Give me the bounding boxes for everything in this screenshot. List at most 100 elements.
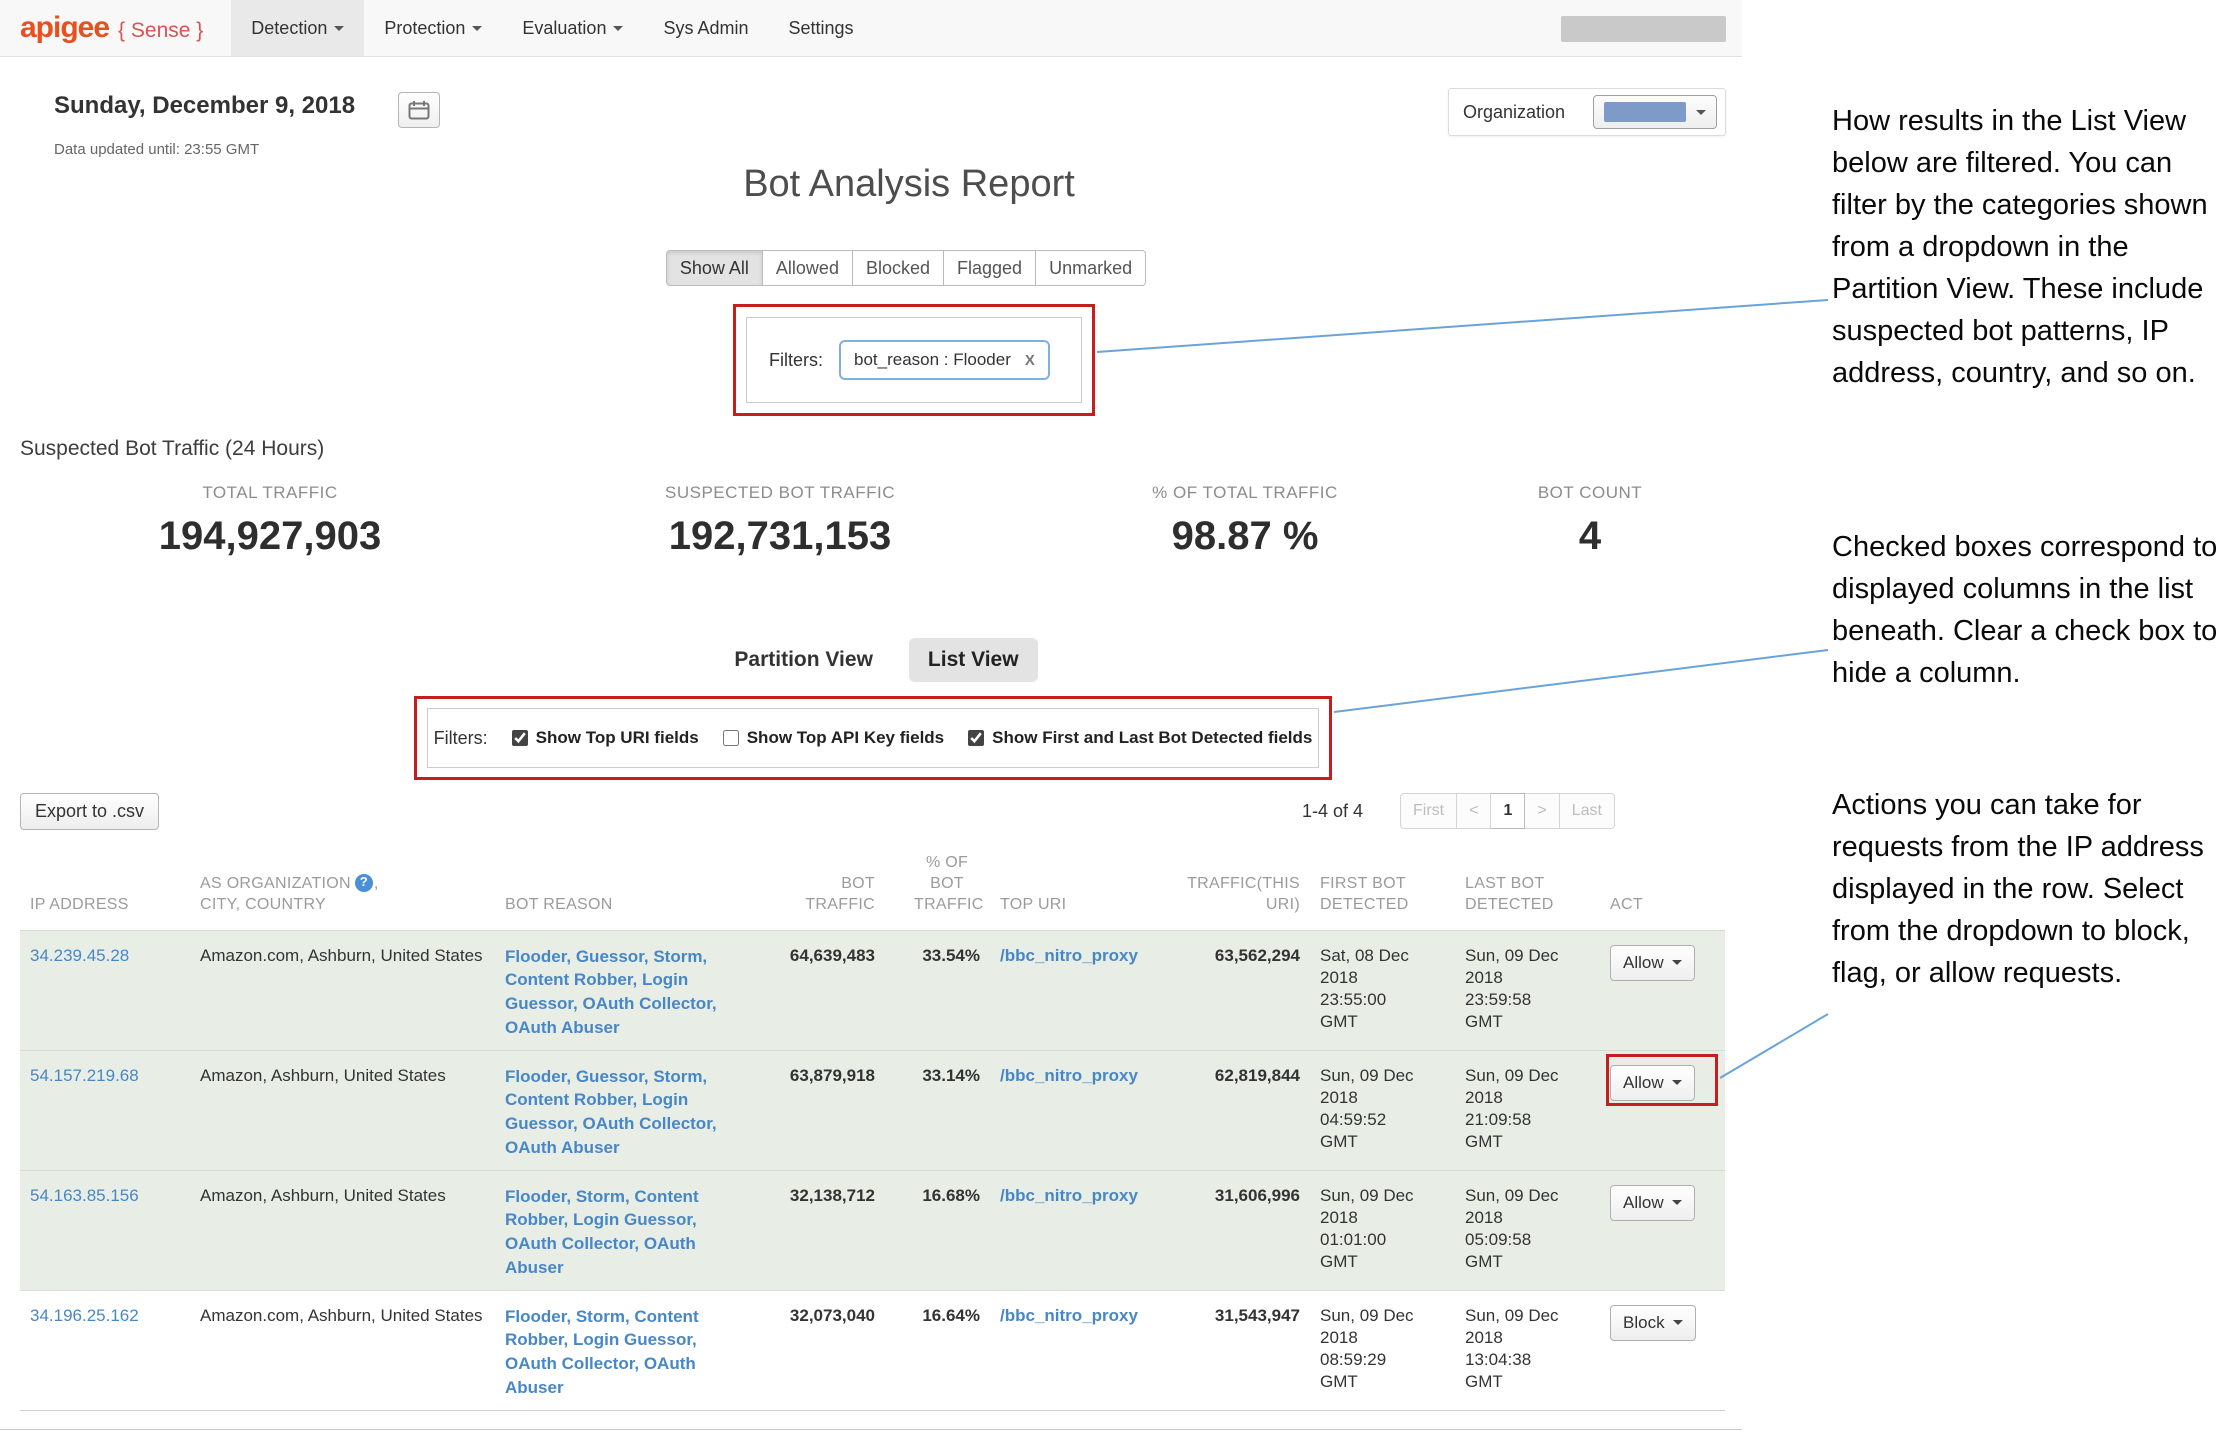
pagination-first-button[interactable]: First bbox=[1400, 793, 1457, 829]
organization-selector: Organization bbox=[1448, 88, 1726, 136]
col-header-pct-bot-traffic: % OF BOT TRAFFIC bbox=[885, 846, 990, 930]
org-cell: Amazon, Ashburn, United States bbox=[190, 1170, 495, 1290]
calendar-icon bbox=[408, 100, 430, 120]
col-header-as-organization: AS ORGANIZATION?, CITY, COUNTRY bbox=[190, 846, 495, 930]
export-csv-button[interactable]: Export to .csv bbox=[20, 793, 159, 830]
stat-value: 98.87 % bbox=[1045, 514, 1445, 559]
bot-traffic-cell: 32,073,040 bbox=[745, 1290, 885, 1410]
view-switcher: Partition View List View bbox=[0, 638, 1742, 682]
nav-label-evaluation: Evaluation bbox=[522, 18, 606, 39]
nav-label-settings: Settings bbox=[789, 18, 854, 39]
pagination-next-button[interactable]: > bbox=[1525, 793, 1559, 829]
nav-item-settings[interactable]: Settings bbox=[769, 0, 874, 56]
nav-item-protection[interactable]: Protection bbox=[364, 0, 502, 56]
action-dropdown[interactable]: Block bbox=[1610, 1305, 1696, 1341]
filter-tag-text: bot_reason : Flooder bbox=[854, 350, 1011, 370]
nav-item-detection[interactable]: Detection bbox=[231, 0, 364, 56]
tab-blocked[interactable]: Blocked bbox=[853, 250, 944, 286]
chevron-down-icon bbox=[1672, 1080, 1682, 1085]
checkbox-group-api-key: Show Top API Key fields bbox=[723, 728, 944, 748]
tab-partition-view[interactable]: Partition View bbox=[734, 648, 872, 672]
remove-filter-button[interactable]: X bbox=[1025, 352, 1035, 369]
top-uri-link[interactable]: /bbc_nitro_proxy bbox=[1000, 1306, 1138, 1325]
stat-label: TOTAL TRAFFIC bbox=[60, 483, 480, 503]
chevron-down-icon bbox=[1672, 1200, 1682, 1205]
help-icon[interactable]: ? bbox=[355, 874, 373, 892]
top-uri-link[interactable]: /bbc_nitro_proxy bbox=[1000, 1066, 1138, 1085]
col-header-top-uri: TOP URI bbox=[990, 846, 1155, 930]
pct-cell: 33.54% bbox=[885, 930, 990, 1050]
report-date: Sunday, December 9, 2018 bbox=[54, 92, 355, 120]
chevron-down-icon bbox=[1696, 110, 1706, 115]
organization-dropdown[interactable] bbox=[1593, 95, 1717, 129]
bot-reason-links[interactable]: Flooder, Storm, Content Robber, Login Gu… bbox=[505, 1185, 735, 1280]
stat-total-traffic: TOTAL TRAFFIC 194,927,903 bbox=[60, 483, 480, 559]
org-cell: Amazon, Ashburn, United States bbox=[190, 1050, 495, 1170]
col-header-ip: IP ADDRESS bbox=[20, 846, 190, 930]
stat-pct-total-traffic: % OF TOTAL TRAFFIC 98.87 % bbox=[1045, 483, 1445, 559]
tab-unmarked[interactable]: Unmarked bbox=[1036, 250, 1146, 286]
nav-label-protection: Protection bbox=[384, 18, 465, 39]
ip-address-link[interactable]: 54.163.85.156 bbox=[30, 1186, 139, 1205]
checkbox-label: Show First and Last Bot Detected fields bbox=[992, 728, 1312, 748]
tab-list-view[interactable]: List View bbox=[909, 638, 1038, 682]
stat-bot-count: BOT COUNT 4 bbox=[1460, 483, 1720, 559]
annotation-paragraph-2: Checked boxes correspond to displayed co… bbox=[1832, 526, 2216, 694]
ip-address-link[interactable]: 34.196.25.162 bbox=[30, 1306, 139, 1325]
chevron-down-icon bbox=[1673, 1320, 1683, 1325]
pagination-page-1-button[interactable]: 1 bbox=[1491, 793, 1525, 829]
bot-reason-links[interactable]: Flooder, Storm, Content Robber, Login Gu… bbox=[505, 1305, 735, 1400]
first-detected-cell: Sun, 09 Dec 2018 04:59:52 GMT bbox=[1320, 1065, 1422, 1153]
pct-cell: 16.64% bbox=[885, 1290, 990, 1410]
top-uri-link[interactable]: /bbc_nitro_proxy bbox=[1000, 1186, 1138, 1205]
chevron-down-icon bbox=[613, 26, 623, 31]
apigee-sense-logo[interactable]: apigee { Sense } bbox=[20, 11, 203, 45]
bot-traffic-cell: 32,138,712 bbox=[745, 1170, 885, 1290]
checkbox-label: Show Top URI fields bbox=[536, 728, 699, 748]
ip-address-link[interactable]: 54.157.219.68 bbox=[30, 1066, 139, 1085]
user-account-redacted[interactable] bbox=[1561, 16, 1726, 42]
bot-list-table: IP ADDRESS AS ORGANIZATION?, CITY, COUNT… bbox=[20, 846, 1725, 1411]
action-label: Allow bbox=[1623, 1073, 1664, 1093]
top-uri-link[interactable]: /bbc_nitro_proxy bbox=[1000, 946, 1138, 965]
pagination-prev-button[interactable]: < bbox=[1457, 793, 1491, 829]
action-dropdown[interactable]: Allow bbox=[1610, 1065, 1695, 1101]
checkbox-group-top-uri: Show Top URI fields bbox=[512, 728, 699, 748]
stat-value: 194,927,903 bbox=[60, 514, 480, 559]
pct-cell: 16.68% bbox=[885, 1170, 990, 1290]
nav-item-sys-admin[interactable]: Sys Admin bbox=[643, 0, 768, 56]
pagination-range: 1-4 of 4 bbox=[1302, 801, 1363, 822]
org-cell: Amazon.com, Ashburn, United States bbox=[190, 1290, 495, 1410]
last-detected-cell: Sun, 09 Dec 2018 13:04:38 GMT bbox=[1465, 1305, 1567, 1393]
table-header-row: IP ADDRESS AS ORGANIZATION?, CITY, COUNT… bbox=[20, 846, 1725, 930]
last-detected-cell: Sun, 09 Dec 2018 23:59:58 GMT bbox=[1465, 945, 1567, 1033]
pagination-last-button[interactable]: Last bbox=[1560, 793, 1615, 829]
checkbox-show-top-uri[interactable] bbox=[512, 730, 528, 746]
pagination: First < 1 > Last bbox=[1400, 793, 1615, 829]
col-header-bot-traffic: BOT TRAFFIC bbox=[745, 846, 885, 930]
ip-address-link[interactable]: 34.239.45.28 bbox=[30, 946, 129, 965]
bot-reason-links[interactable]: Flooder, Guessor, Storm, Content Robber,… bbox=[505, 1065, 735, 1160]
action-dropdown[interactable]: Allow bbox=[1610, 945, 1695, 981]
main-menu: Detection Protection Evaluation Sys Admi… bbox=[231, 0, 873, 56]
calendar-button[interactable] bbox=[398, 92, 440, 128]
bot-analysis-screen: apigee { Sense } Detection Protection Ev… bbox=[0, 0, 2216, 1433]
action-dropdown[interactable]: Allow bbox=[1610, 1185, 1695, 1221]
tab-allowed[interactable]: Allowed bbox=[763, 250, 853, 286]
stat-label: SUSPECTED BOT TRAFFIC bbox=[560, 483, 1000, 503]
stat-value: 192,731,153 bbox=[560, 514, 1000, 559]
checkbox-show-first-last-detected[interactable] bbox=[968, 730, 984, 746]
stat-value: 4 bbox=[1460, 514, 1720, 559]
col-header-first-bot-detected: FIRST BOT DETECTED bbox=[1310, 846, 1455, 930]
last-detected-cell: Sun, 09 Dec 2018 05:09:58 GMT bbox=[1465, 1185, 1567, 1273]
section-title: Suspected Bot Traffic (24 Hours) bbox=[20, 437, 324, 461]
tab-show-all[interactable]: Show All bbox=[666, 250, 763, 286]
checkbox-show-api-key[interactable] bbox=[723, 730, 739, 746]
bot-reason-links[interactable]: Flooder, Guessor, Storm, Content Robber,… bbox=[505, 945, 735, 1040]
sense-wordmark: { Sense } bbox=[118, 19, 203, 43]
annotation-paragraph-3: Actions you can take for requests from t… bbox=[1832, 784, 2216, 994]
nav-label-sys-admin: Sys Admin bbox=[663, 18, 748, 39]
city-country-header-text: CITY, COUNTRY bbox=[200, 896, 326, 913]
nav-item-evaluation[interactable]: Evaluation bbox=[502, 0, 643, 56]
tab-flagged[interactable]: Flagged bbox=[944, 250, 1036, 286]
